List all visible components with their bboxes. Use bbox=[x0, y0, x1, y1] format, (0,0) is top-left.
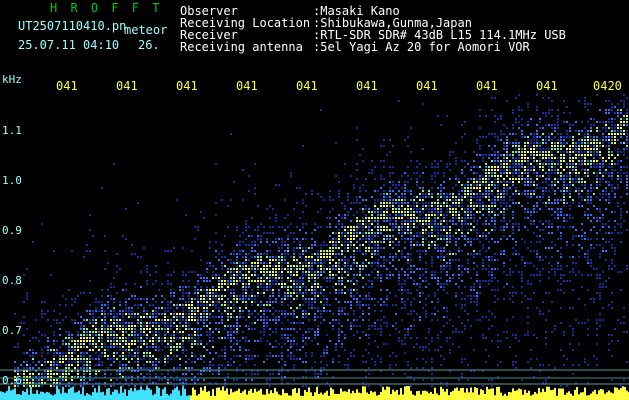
filename-label: UT2507110410.pn bbox=[18, 19, 127, 33]
spectrogram-window: H R O F F T UT2507110410.pn meteor 25.07… bbox=[0, 0, 629, 400]
mode-label: meteor bbox=[124, 23, 168, 37]
datetime-label: 25.07.11 04:10 bbox=[18, 38, 120, 52]
time-tick: 0420 bbox=[593, 79, 622, 93]
time-tick: 041 bbox=[176, 79, 198, 93]
time-tick: 041 bbox=[296, 79, 318, 93]
freq-tick: 0.6 bbox=[2, 374, 22, 387]
spectrogram-svg bbox=[0, 94, 629, 400]
counter-label: 26. bbox=[138, 38, 160, 52]
time-tick: 041 bbox=[356, 79, 378, 93]
header-panel: H R O F F T UT2507110410.pn meteor 25.07… bbox=[0, 0, 629, 86]
freq-tick: 0.8 bbox=[2, 274, 22, 287]
time-tick: 041 bbox=[476, 79, 498, 93]
time-tick: 041 bbox=[56, 79, 78, 93]
time-tick: 041 bbox=[236, 79, 258, 93]
time-tick: 041 bbox=[116, 79, 138, 93]
spectrogram-plot bbox=[0, 78, 629, 400]
spectrogram-noise bbox=[14, 94, 628, 387]
field-label-antenna: Receiving antenna bbox=[180, 40, 303, 54]
freq-tick: 0.9 bbox=[2, 224, 22, 237]
freq-tick: 1.1 bbox=[2, 124, 22, 137]
brand-title: H R O F F T bbox=[50, 1, 163, 15]
power-strip bbox=[0, 386, 629, 400]
time-tick: 041 bbox=[536, 79, 558, 93]
field-value-antenna: :5el Yagi Az 20 for Aomori VOR bbox=[313, 40, 530, 54]
time-tick: 041 bbox=[416, 79, 438, 93]
freq-tick: 1.0 bbox=[2, 174, 22, 187]
freq-tick: 0.7 bbox=[2, 324, 22, 337]
